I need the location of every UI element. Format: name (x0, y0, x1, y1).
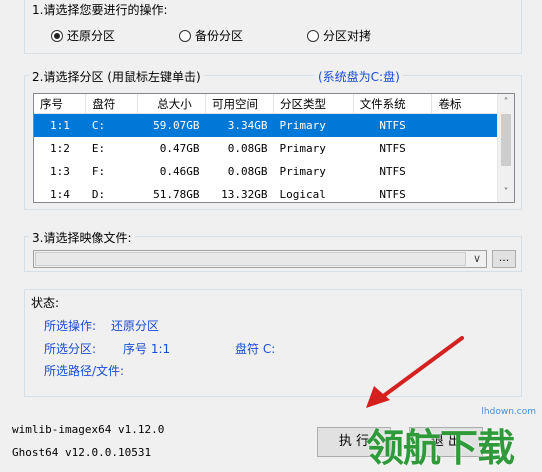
radio-backup-label: 备份分区 (195, 29, 244, 43)
chevron-down-icon[interactable]: ∨ (468, 251, 486, 267)
partition-size: 51.78GB (153, 188, 200, 201)
partition-free: 0.08GB (227, 165, 268, 178)
radio-restore-indicator[interactable] (51, 29, 63, 42)
partition-group: 2.请选择分区 (用鼠标左键单击) (系统盘为C:盘) 序号 盘符 总大小 可用… (24, 68, 522, 210)
partition-free: 13.32GB (221, 188, 268, 201)
partition-free: 0.08GB (227, 142, 268, 155)
scrollbar-thumb[interactable] (501, 114, 511, 166)
image-file-group-title: 3.请选择映像文件: (29, 229, 135, 246)
partition-list-scrollbar[interactable]: ˄ ˅ (497, 94, 514, 202)
status-title: 状态: (31, 296, 60, 310)
operation-group: 1.请选择您要进行的操作: 还原分区 备份分区 分区对拷 (24, 0, 522, 54)
image-file-group: 3.请选择映像文件: ∨ ... (24, 229, 522, 272)
operation-group-title: 1.请选择您要进行的操作: (29, 1, 171, 18)
partition-row[interactable]: 1:4 D: 51.78GB 13.32GB Logical NTFS (34, 183, 514, 202)
column-header-size[interactable]: 总大小 (137, 94, 207, 114)
partition-size: 0.47GB (159, 142, 200, 155)
status-partition-drive: 盘符 C: (235, 342, 276, 356)
partition-row[interactable]: 1:1 C: 59.07GB 3.34GB Primary NTFS (34, 113, 514, 137)
partition-row[interactable]: 1:2 E: 0.47GB 0.08GB Primary NTFS (34, 137, 514, 160)
scroll-down-icon[interactable]: ˅ (498, 184, 514, 201)
radio-backup-partition[interactable]: 备份分区 (179, 27, 243, 44)
partition-drive: E: (91, 142, 106, 155)
radio-copy-indicator[interactable] (307, 29, 319, 42)
partition-filesystem: NTFS (379, 165, 406, 178)
partition-drive: C: (85, 113, 138, 137)
partition-type: Logical (279, 188, 326, 201)
partition-size: 0.46GB (159, 165, 200, 178)
image-file-combobox[interactable]: ∨ (33, 250, 487, 268)
column-header-index[interactable]: 序号 (34, 94, 87, 114)
partition-filesystem: NTFS (379, 142, 406, 155)
partition-table: 序号 盘符 总大小 可用空间 分区类型 文件系统 卷标 1:1 C: 59.07… (34, 94, 514, 202)
status-group: 状态: 所选操作: 还原分区 所选分区: 序号 1:1 盘符 C: 所选路径/文… (24, 289, 522, 397)
system-disk-note: (系统盘为C:盘) (315, 68, 403, 85)
partition-size: 59.07GB (137, 113, 206, 137)
partition-index: 1:2 (50, 142, 70, 155)
exit-button[interactable]: 退 出 (409, 427, 483, 457)
radio-backup-indicator[interactable] (179, 29, 191, 42)
partition-index: 1:4 (50, 188, 70, 201)
status-operation-label: 所选操作: (44, 319, 97, 333)
radio-copy-partition[interactable]: 分区对拷 (307, 27, 371, 44)
execute-button[interactable]: 执 行 (317, 427, 391, 457)
partition-drive: F: (91, 165, 106, 178)
partition-filesystem: NTFS (379, 188, 406, 201)
column-header-free[interactable]: 可用空间 (205, 94, 275, 114)
watermark-url: lhdown.com (481, 407, 536, 417)
wimlib-version: wimlib-imagex64 v1.12.0 (12, 423, 165, 436)
partition-type: Primary (273, 113, 354, 137)
column-header-drive[interactable]: 盘符 (85, 94, 138, 114)
scroll-up-icon[interactable]: ˄ (498, 94, 514, 111)
ghost-version: Ghost64 v12.0.0.10531 (12, 446, 152, 459)
radio-restore-label: 还原分区 (67, 29, 116, 43)
browse-button[interactable]: ... (492, 250, 516, 268)
partition-filesystem: NTFS (353, 113, 432, 137)
partition-type: Primary (279, 165, 326, 178)
column-header-type[interactable]: 分区类型 (273, 94, 354, 114)
partition-index: 1:3 (50, 165, 70, 178)
image-file-value[interactable] (35, 252, 466, 266)
partition-table-header: 序号 盘符 总大小 可用空间 分区类型 文件系统 卷标 (34, 94, 514, 114)
status-partition-label: 所选分区: (44, 342, 97, 356)
column-header-filesystem[interactable]: 文件系统 (353, 94, 433, 114)
partition-type: Primary (279, 142, 326, 155)
radio-copy-label: 分区对拷 (323, 29, 372, 43)
status-path-label: 所选路径/文件: (44, 364, 125, 378)
partition-group-title: 2.请选择分区 (用鼠标左键单击) (29, 68, 204, 85)
status-partition-index: 序号 1:1 (123, 342, 171, 356)
partition-drive: D: (91, 188, 106, 201)
partition-row[interactable]: 1:3 F: 0.46GB 0.08GB Primary NTFS (34, 160, 514, 183)
partition-free: 3.34GB (205, 113, 274, 137)
partition-index: 1:1 (34, 113, 86, 137)
radio-restore-partition[interactable]: 还原分区 (51, 27, 115, 44)
status-operation-value: 还原分区 (111, 319, 160, 333)
partition-list[interactable]: 序号 盘符 总大小 可用空间 分区类型 文件系统 卷标 1:1 C: 59.07… (33, 93, 515, 203)
